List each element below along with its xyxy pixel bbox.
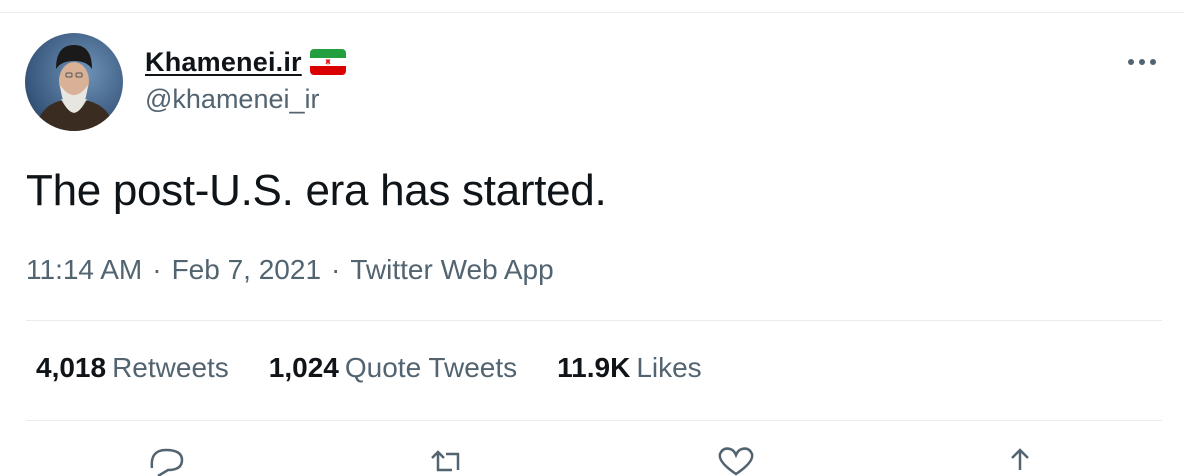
tweet-date[interactable]: Feb 7, 2021 bbox=[172, 254, 321, 285]
more-options-icon[interactable] bbox=[1124, 48, 1160, 76]
like-icon[interactable] bbox=[716, 446, 756, 476]
tweet-source[interactable]: Twitter Web App bbox=[350, 254, 553, 285]
tweet-time[interactable]: 11:14 AM bbox=[26, 254, 142, 285]
meta-separator: · bbox=[331, 254, 341, 285]
stats-divider-bottom bbox=[26, 420, 1162, 421]
likes-label: Likes bbox=[636, 352, 702, 383]
quote-tweets-count: 1,024 bbox=[268, 352, 339, 383]
share-icon[interactable] bbox=[1000, 446, 1040, 476]
display-name[interactable]: Khamenei.ir bbox=[145, 47, 302, 78]
tweet-text: The post-U.S. era has started. bbox=[26, 166, 607, 215]
author-name-row: Khamenei.ir bbox=[145, 45, 346, 79]
tweet-meta: 11:14 AM · Feb 7, 2021 · Twitter Web App bbox=[26, 254, 554, 286]
reply-icon[interactable] bbox=[146, 446, 186, 476]
username-handle[interactable]: @khamenei_ir bbox=[145, 84, 320, 115]
avatar[interactable] bbox=[25, 33, 123, 131]
retweets-stat[interactable]: 4,018 Retweets bbox=[36, 352, 229, 384]
likes-count: 11.9K bbox=[557, 352, 631, 383]
likes-stat[interactable]: 11.9K Likes bbox=[557, 352, 702, 384]
meta-separator: · bbox=[152, 254, 162, 285]
iran-flag-icon bbox=[309, 49, 346, 75]
stats-divider-top bbox=[26, 320, 1162, 321]
top-divider bbox=[0, 12, 1184, 13]
retweet-icon[interactable] bbox=[428, 446, 468, 476]
retweets-label: Retweets bbox=[112, 352, 229, 383]
quote-tweets-stat[interactable]: 1,024 Quote Tweets bbox=[269, 352, 517, 384]
quote-tweets-label: Quote Tweets bbox=[344, 352, 518, 383]
tweet-stats: 4,018 Retweets 1,024 Quote Tweets 11.9K Lik… bbox=[36, 352, 702, 384]
retweets-count: 4,018 bbox=[36, 352, 107, 383]
